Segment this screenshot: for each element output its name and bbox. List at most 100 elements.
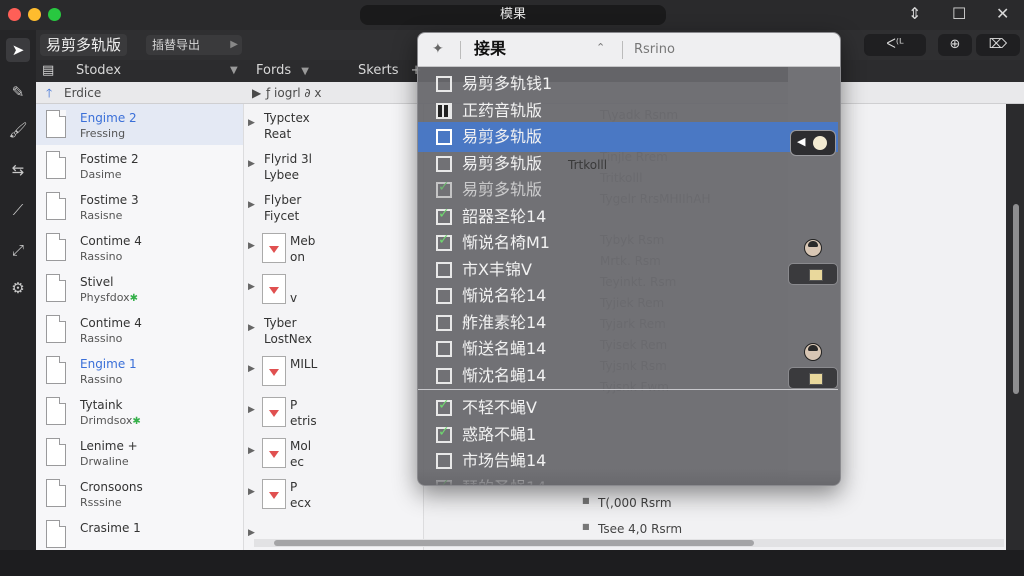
sub-header-1[interactable]: Erdice <box>64 85 101 101</box>
menu-item-label: 市场告蝇14 <box>462 451 547 470</box>
expand-icon[interactable]: ▶ <box>248 159 255 169</box>
document-icon <box>46 438 66 466</box>
expand-icon[interactable]: ▶ <box>248 118 255 128</box>
transition-tool-icon[interactable]: ⇆ <box>6 158 30 182</box>
avatar[interactable] <box>804 343 822 361</box>
settings-gear-icon[interactable]: ⚙ <box>6 276 30 300</box>
list-item[interactable]: ▶ Flyrid 3l Lybee <box>244 145 423 186</box>
blade-tool-icon[interactable]: ⟋ <box>6 198 30 222</box>
checkbox-icon[interactable] <box>436 397 452 416</box>
crop-tool-icon[interactable]: ⤢ <box>6 238 30 262</box>
chevron-up-icon[interactable]: ⌃ <box>596 41 605 54</box>
list-item[interactable]: ▶ Petris <box>244 391 423 432</box>
popup-menu-item[interactable]: 惭说名轮14 <box>418 281 790 311</box>
expand-icon[interactable]: ▶ <box>248 446 255 456</box>
list-item[interactable]: ▶ Typctex Reat <box>244 104 423 145</box>
link-button[interactable]: ᐸ⁽ᴸ <box>864 34 926 56</box>
sub-header-2[interactable]: ƒ iogrl ∂ x <box>266 85 322 101</box>
checkbox-icon[interactable] <box>436 424 452 443</box>
zoom-button[interactable]: ⊕ <box>938 34 972 56</box>
scrollbar-thumb[interactable] <box>1013 204 1019 394</box>
list-item[interactable]: Lenime + Drwaline <box>36 432 243 473</box>
list-item[interactable]: Cronsoons Rsssine <box>36 473 243 514</box>
vertical-scrollbar[interactable] <box>1010 104 1022 550</box>
list-item[interactable]: ▶ Pecx <box>244 473 423 514</box>
checkbox-icon[interactable] <box>436 232 452 251</box>
popup-menu-item[interactable]: 易剪多轨版 <box>418 122 838 152</box>
popup-menu-item[interactable]: 易剪多轨版 <box>418 175 790 205</box>
project-tab[interactable]: 易剪多轨版 <box>40 34 128 56</box>
close-window-button[interactable] <box>8 8 21 21</box>
expand-icon[interactable]: ▶ <box>248 200 255 210</box>
list-item[interactable]: Contime 4 Rassino <box>36 309 243 350</box>
column-header-1[interactable]: Stodex ▼ <box>76 62 238 80</box>
list-item[interactable]: Stivel Physfdox✱ <box>36 268 243 309</box>
checkbox-icon[interactable] <box>436 179 452 198</box>
popup-menu-item[interactable]: 惑路不蝇1 <box>418 420 790 450</box>
list-item[interactable]: Crasime 1 <box>36 514 243 550</box>
scrollbar-thumb[interactable] <box>274 540 754 546</box>
checkbox-icon[interactable] <box>436 453 452 469</box>
expand-icon[interactable]: ▶ <box>252 85 261 101</box>
checkbox-icon[interactable] <box>436 367 452 384</box>
minimize-window-button[interactable] <box>28 8 41 21</box>
checkbox-icon[interactable] <box>436 261 452 278</box>
list-item[interactable]: ▶ v <box>244 268 423 309</box>
media-badge[interactable] <box>788 263 838 285</box>
expand-icon[interactable]: ▶ <box>248 364 255 374</box>
checkbox-icon[interactable] <box>436 206 452 225</box>
checkbox-icon[interactable] <box>436 155 452 172</box>
list-item[interactable]: Engime 2 Fressing <box>36 104 243 145</box>
checkbox-icon[interactable] <box>436 288 452 304</box>
checkbox-icon[interactable] <box>436 76 452 92</box>
avatar[interactable] <box>804 239 822 257</box>
list-item[interactable]: ▶ Mol ec <box>244 432 423 473</box>
expand-icon[interactable]: ▶ <box>248 282 255 292</box>
list-item[interactable]: Tytaink Drimdsox✱ <box>36 391 243 432</box>
popup-menu-item[interactable]: 韶器圣轮14 <box>418 202 790 232</box>
select-tool-icon[interactable]: ➤ <box>6 38 30 62</box>
list-item[interactable]: ▶ Tyber LostNex <box>244 309 423 350</box>
popup-menu-item[interactable]: 惭送名蝇14 <box>418 334 790 364</box>
zoom-window-button[interactable] <box>48 8 61 21</box>
sort-up-icon[interactable]: 🡑 <box>46 85 52 101</box>
checkbox-icon[interactable] <box>436 341 452 357</box>
item-name: Fostime 2 <box>80 152 139 166</box>
maximize-icon[interactable]: ☐ <box>952 4 966 24</box>
list-item[interactable]: ▶ Flyber Fiycet <box>244 186 423 227</box>
checkbox-icon[interactable] <box>436 314 452 331</box>
popup-menu-item[interactable]: 惭沈名蝇14 <box>418 361 790 391</box>
media-badge[interactable] <box>788 367 838 389</box>
popup-menu-item[interactable]: 舴淮素轮14 <box>418 308 790 338</box>
checkbox-icon[interactable] <box>436 129 452 145</box>
column-header-2[interactable]: Fords ▼ <box>256 62 356 80</box>
list-item[interactable]: Fostime 2 Dasime <box>36 145 243 186</box>
popup-menu-item[interactable]: 不轻不蝇V <box>418 393 790 423</box>
horizontal-scrollbar[interactable] <box>254 539 1004 547</box>
list-item[interactable]: ▶ Meb on <box>244 227 423 268</box>
expand-icon[interactable]: ▶ <box>248 528 255 538</box>
expand-icon[interactable]: ▶ <box>248 405 255 415</box>
expand-icon[interactable]: ▶ <box>248 487 255 497</box>
expand-icon[interactable]: ▶ <box>248 241 255 251</box>
close-icon[interactable]: ✕ <box>996 4 1009 24</box>
expand-icon[interactable]: ▶ <box>248 323 255 333</box>
send-button[interactable]: ◀ <box>790 130 836 156</box>
list-item[interactable]: Engime 1 Rassino <box>36 350 243 391</box>
sort-icon[interactable]: ⇕ <box>908 4 921 24</box>
film-icon[interactable] <box>436 102 452 119</box>
pen-tool-icon[interactable]: ✎ <box>6 80 30 104</box>
list-item[interactable]: Fostime 3 Rasisne <box>36 186 243 227</box>
list-item[interactable]: ▶ MILL <box>244 350 423 391</box>
tag-button[interactable]: ⌦ <box>976 34 1020 56</box>
export-button[interactable]: 插替导出 ▶ <box>146 35 242 55</box>
brush-tool-icon[interactable]: 🖌 <box>6 118 30 142</box>
popup-menu-item[interactable]: 正药音轨版 <box>418 96 790 126</box>
popup-menu-item[interactable]: 易剪多轨版 Trtkolll <box>418 149 790 179</box>
popup-search-field[interactable]: Rsrino <box>634 42 675 58</box>
popup-menu-item[interactable]: 易剪多轨钱1 <box>418 69 790 99</box>
add-icon[interactable]: ✦ <box>432 41 444 57</box>
popup-menu-item[interactable]: 惭说名椅M1 <box>418 228 790 258</box>
list-item[interactable]: Contime 4 Rassino <box>36 227 243 268</box>
popup-menu-item[interactable]: 市X丰锦V <box>418 255 790 285</box>
